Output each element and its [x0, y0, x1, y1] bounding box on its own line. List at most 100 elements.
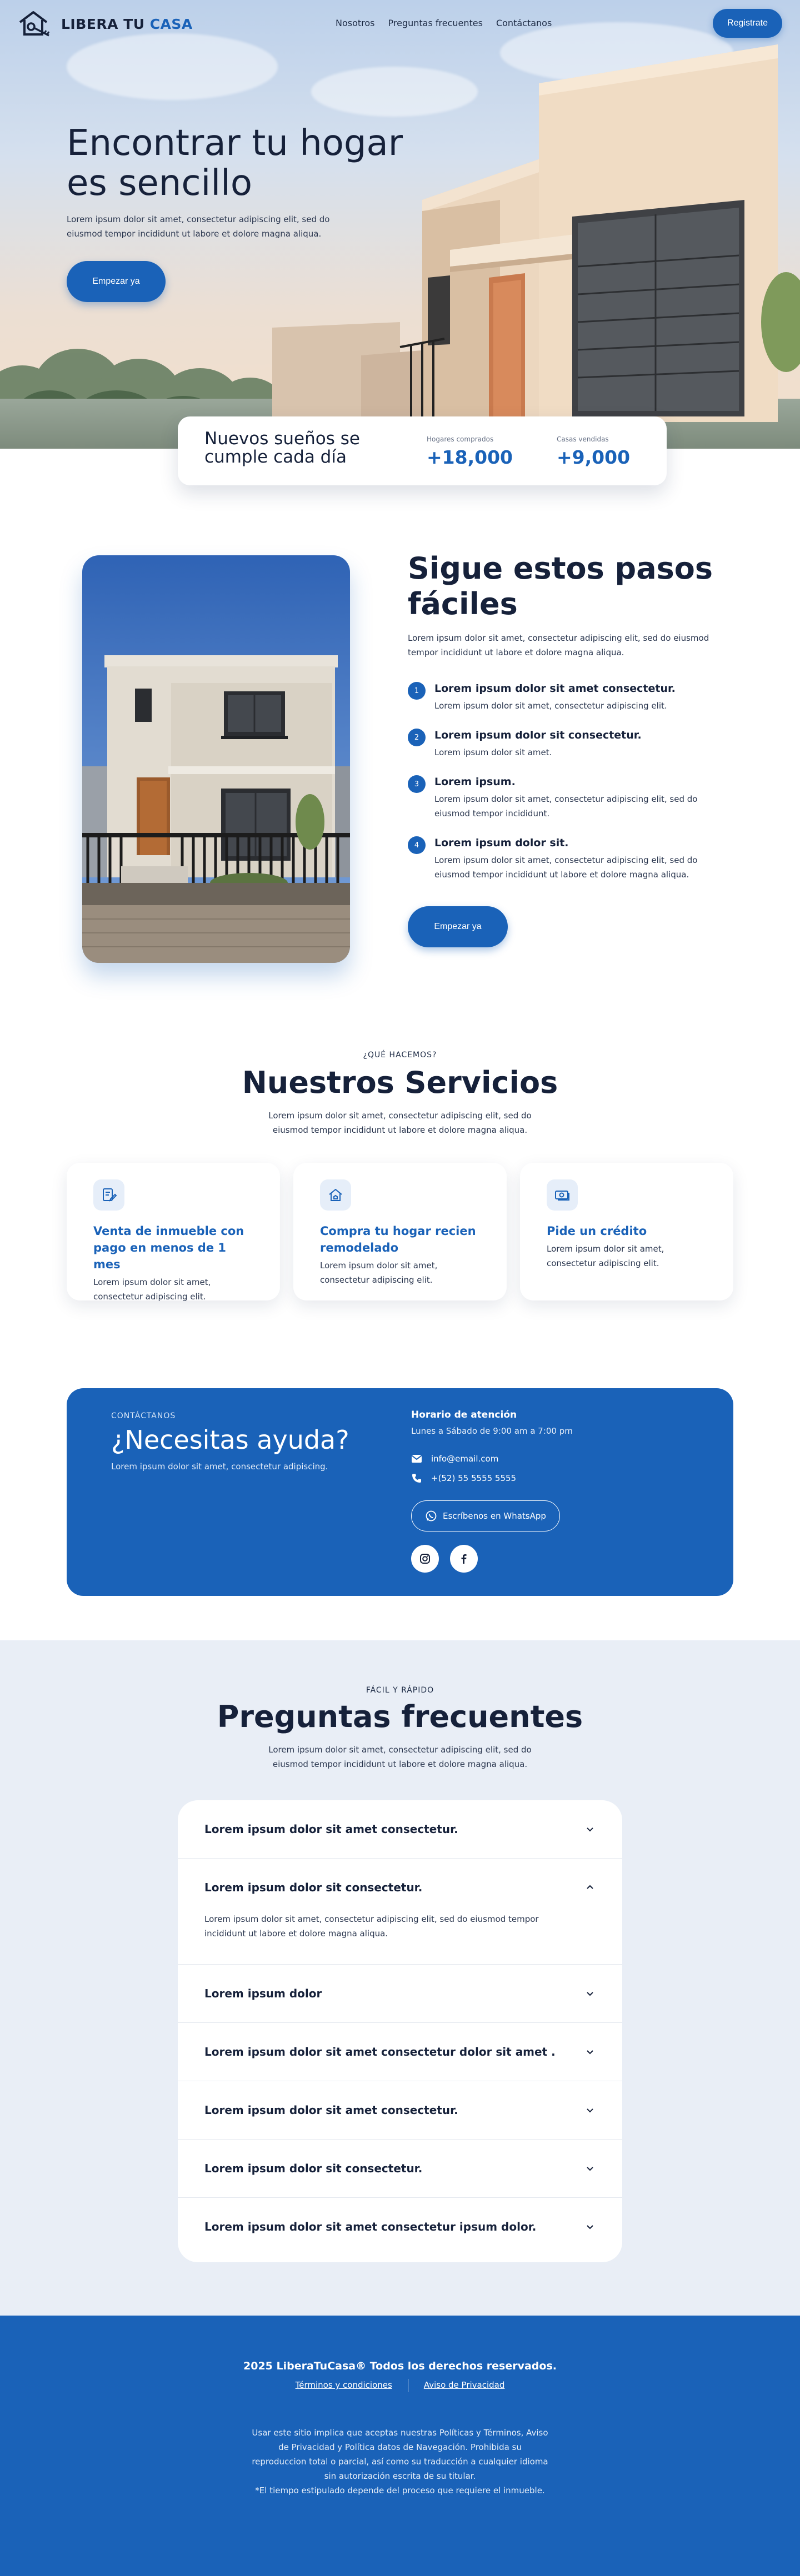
faq-question[interactable]: Lorem ipsum dolor sit consectetur. [204, 2140, 596, 2197]
hero-title: Encontrar tu hogar es sencillo [67, 123, 403, 204]
house-photo [82, 555, 350, 963]
step-title: Lorem ipsum dolor sit consectetur. [434, 729, 642, 741]
step-title: Lorem ipsum dolor sit. [434, 837, 569, 849]
services-eyebrow: ¿QUÉ HACEMOS? [363, 1051, 437, 1059]
faq-item[interactable]: Lorem ipsum dolor sit amet consectetur d… [178, 2023, 622, 2081]
contact-phone[interactable]: +(52) 55 5555 5555 [431, 1473, 516, 1483]
step-number: 1 [408, 682, 426, 700]
phone-icon [412, 1474, 421, 1483]
faq-item[interactable]: Lorem ipsum dolor sit consectetur. [178, 2140, 622, 2198]
footer-legal-text: Usar este sitio implica que aceptas nues… [252, 2428, 548, 2481]
step-item: 2 Lorem ipsum dolor sit consectetur. Lor… [408, 727, 724, 760]
faq-question[interactable]: Lorem ipsum dolor [204, 1965, 596, 2022]
faq-item[interactable]: Lorem ipsum dolor sit amet consectetur i… [178, 2198, 622, 2256]
step-description: Lorem ipsum dolor sit amet. [434, 747, 552, 757]
service-card[interactable]: Pide un crédito Lorem ipsum dolor sit am… [520, 1163, 733, 1300]
terms-link[interactable]: Términos y condiciones [296, 2380, 392, 2392]
faq-list: Lorem ipsum dolor sit amet consectetur. … [178, 1800, 622, 2262]
faq-question[interactable]: Lorem ipsum dolor sit amet consectetur i… [204, 2198, 596, 2256]
services-title: Nuestros Servicios [242, 1065, 558, 1100]
step-description: Lorem ipsum dolor sit amet, consectetur … [434, 794, 698, 819]
hero-house-illustration [272, 44, 800, 422]
chevron-down-icon[interactable] [586, 2047, 594, 2056]
service-card[interactable]: Venta de inmueble con pago en menos de 1… [67, 1163, 280, 1302]
faq-question[interactable]: Lorem ipsum dolor sit consectetur. [204, 1859, 596, 1916]
faq-item[interactable]: Lorem ipsum dolor sit amet consectetur. [178, 1800, 622, 1859]
faq-question[interactable]: Lorem ipsum dolor sit amet consectetur. [204, 2081, 596, 2139]
services-subtitle: Lorem ipsum dolor sit amet, consectetur … [268, 1111, 532, 1135]
top-navbar: LIBERA TU CASA Nosotros Preguntas frecue… [0, 0, 800, 48]
money-icon [547, 1179, 578, 1211]
hero-section: LIBERA TU CASA Nosotros Preguntas frecue… [0, 0, 800, 449]
service-description: Lorem ipsum dolor sit amet, consectetur … [93, 1277, 211, 1302]
steps-subtitle: Lorem ipsum dolor sit amet, consectetur … [408, 633, 709, 657]
hours-title: Horario de atención [411, 1409, 517, 1420]
nav-link-nosotros[interactable]: Nosotros [336, 18, 375, 28]
privacy-link[interactable]: Aviso de Privacidad [424, 2380, 505, 2392]
stat-value: +9,000 [557, 446, 631, 468]
faq-question[interactable]: Lorem ipsum dolor sit amet consectetur. [204, 1800, 596, 1858]
service-description: Lorem ipsum dolor sit amet, consectetur … [320, 1261, 438, 1285]
faq-subtitle: Lorem ipsum dolor sit amet, consectetur … [268, 1745, 532, 1769]
contact-email[interactable]: info@email.com [431, 1454, 498, 1464]
faq-answer: Lorem ipsum dolor sit amet, consectetur … [204, 1914, 539, 1939]
stat-houses-sold: Casas vendidas +9,000 [557, 435, 630, 468]
faq-question[interactable]: Lorem ipsum dolor sit amet consectetur d… [204, 2023, 596, 2081]
footer-copyright: 2025 LiberaTuCasa® Todos los derechos re… [243, 2360, 557, 2372]
brand-logo[interactable]: LIBERA TU CASA [17, 9, 193, 39]
chevron-down-icon[interactable] [586, 1825, 594, 1834]
register-button[interactable]: Registrate [713, 9, 782, 38]
chevron-down-icon[interactable] [586, 2222, 594, 2231]
chevron-down-icon[interactable] [586, 2164, 594, 2173]
whatsapp-button[interactable]: Escríbenos en WhatsApp [411, 1500, 560, 1531]
faq-item-open[interactable]: Lorem ipsum dolor sit consectetur. Lorem… [178, 1859, 622, 1965]
stat-value: +18,000 [427, 446, 513, 468]
steps-start-button[interactable]: Empezar ya [408, 906, 508, 947]
email-row[interactable]: info@email.com [411, 1454, 498, 1464]
footer-links: Términos y condiciones Aviso de Privacid… [0, 2379, 800, 2392]
stat-homes-bought: Hogares comprados +18,000 [427, 435, 513, 468]
phone-row[interactable]: +(52) 55 5555 5555 [411, 1473, 516, 1484]
step-number: 2 [408, 729, 426, 746]
instagram-icon [420, 1554, 430, 1564]
hero-start-button[interactable]: Empezar ya [67, 261, 166, 302]
step-number: 3 [408, 775, 426, 793]
instagram-button[interactable] [411, 1545, 439, 1573]
faq-item[interactable]: Lorem ipsum dolor [178, 1965, 622, 2023]
faq-item[interactable]: Lorem ipsum dolor sit amet consectetur. [178, 2081, 622, 2140]
faq-eyebrow: FÁCIL Y RÁPIDO [366, 1686, 434, 1695]
nav-link-faq[interactable]: Preguntas frecuentes [388, 18, 483, 28]
whatsapp-label: Escríbenos en WhatsApp [443, 1511, 546, 1521]
stat-label: Casas vendidas [557, 435, 609, 443]
house-key-logo-icon [19, 11, 50, 37]
stats-card: Nuevos sueños se cumple cada día Hogares… [178, 416, 667, 485]
chevron-down-icon[interactable] [586, 2106, 594, 2115]
site-footer: 2025 LiberaTuCasa® Todos los derechos re… [0, 2316, 800, 2576]
facebook-button[interactable] [450, 1545, 478, 1573]
step-item: 1 Lorem ipsum dolor sit amet consectetur… [408, 681, 724, 713]
step-description: Lorem ipsum dolor sit amet, consectetur … [434, 855, 698, 880]
service-title: Pide un crédito [547, 1224, 647, 1238]
contact-section: CONTÁCTANOS ¿Necesitas ayuda? Lorem ipsu… [67, 1388, 733, 1596]
mail-icon [411, 1455, 422, 1463]
faq-title: Preguntas frecuentes [217, 1699, 583, 1734]
service-card[interactable]: Compra tu hogar recien remodelado Lorem … [293, 1163, 507, 1300]
nav-link-contact[interactable]: Contáctanos [496, 18, 552, 28]
contact-eyebrow: CONTÁCTANOS [111, 1412, 176, 1420]
service-description: Lorem ipsum dolor sit amet, consectetur … [547, 1244, 664, 1268]
service-title: Venta de inmueble con pago en menos de 1… [93, 1224, 244, 1271]
chevron-down-icon[interactable] [586, 1989, 594, 1998]
step-item: 4 Lorem ipsum dolor sit. Lorem ipsum dol… [408, 835, 724, 882]
contact-text: Lorem ipsum dolor sit amet, consectetur … [111, 1462, 328, 1472]
step-title: Lorem ipsum. [434, 776, 516, 788]
whatsapp-icon [426, 1510, 437, 1522]
step-title: Lorem ipsum dolor sit amet consectetur. [434, 682, 676, 695]
stats-title: Nuevos sueños se cumple cada día [204, 429, 360, 467]
document-edit-icon [93, 1179, 124, 1211]
hero-subtitle: Lorem ipsum dolor sit amet, consectetur … [67, 214, 330, 239]
house-photo-illustration [82, 555, 350, 963]
service-title: Compra tu hogar recien remodelado [320, 1224, 476, 1254]
facebook-icon [461, 1554, 467, 1564]
chevron-up-icon[interactable] [586, 1883, 594, 1892]
stat-label: Hogares comprados [427, 435, 494, 443]
